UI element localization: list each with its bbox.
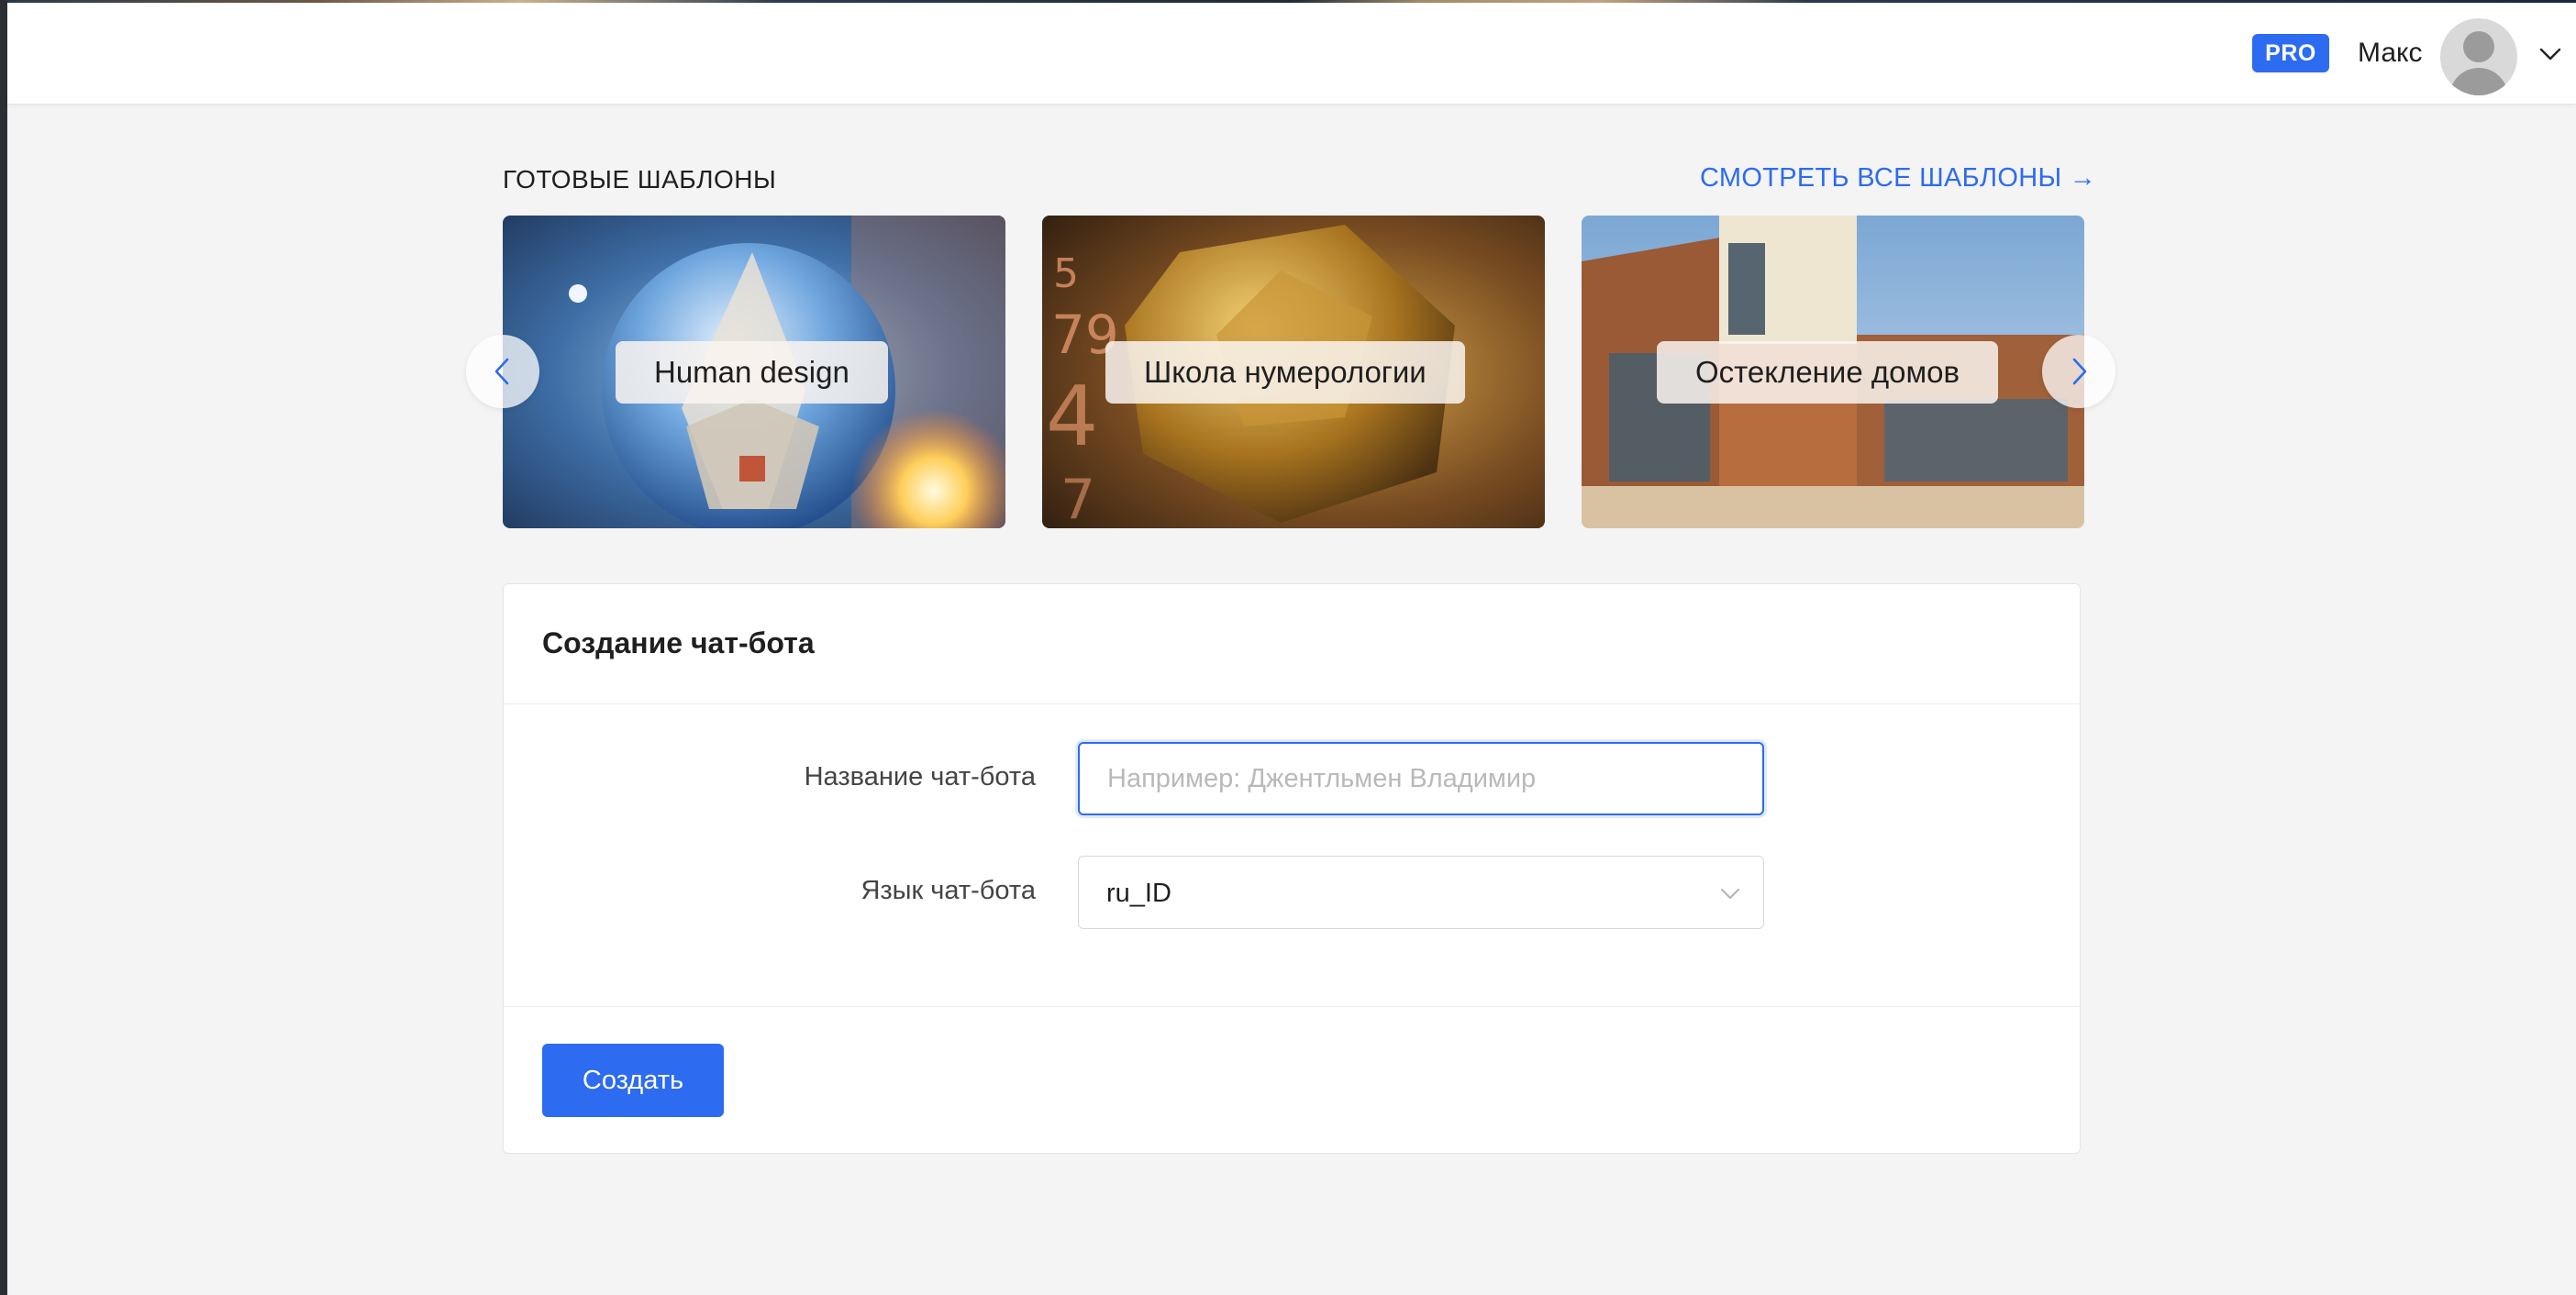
- svg-text:5: 5: [1053, 250, 1079, 297]
- avatar-body: [2449, 68, 2508, 95]
- chatbot-language-select[interactable]: ru_ID: [1078, 856, 1764, 929]
- chevron-down-icon: [1721, 889, 1739, 899]
- chatbot-name-input[interactable]: [1078, 742, 1764, 815]
- create-chatbot-form: Создание чат-бота Название чат-бота Язык…: [503, 583, 2081, 1154]
- avatar[interactable]: [2440, 18, 2517, 95]
- avatar-head: [2463, 31, 2494, 62]
- form-title: Создание чат-бота: [542, 626, 815, 659]
- template-card-numerology[interactable]: 5 79 4 7 Школа нумерологии: [1042, 216, 1545, 528]
- chevron-down-icon[interactable]: [2537, 41, 2563, 67]
- template-card-label: Школа нумерологии: [1105, 341, 1465, 404]
- template-card-glazing[interactable]: Остекление домов: [1582, 216, 2084, 528]
- svg-text:4: 4: [1046, 369, 1098, 465]
- window-left-edge: [0, 0, 7, 1295]
- svg-text:7: 7: [1060, 468, 1095, 528]
- chevron-right-icon: [2072, 358, 2087, 385]
- chatbot-language-label: Язык чат-бота: [861, 876, 1036, 905]
- templates-section-title: ГОТОВЫЕ ШАБЛОНЫ: [503, 165, 777, 194]
- top-header: PRO Макс: [7, 3, 2576, 105]
- chevron-left-icon: [494, 358, 509, 385]
- carousel-next-button[interactable]: [2042, 335, 2115, 408]
- pro-badge: PRO: [2252, 34, 2329, 72]
- chatbot-name-label: Название чат-бота: [804, 762, 1036, 791]
- selected-language: ru_ID: [1106, 879, 1171, 908]
- template-card-label: Human design: [616, 341, 888, 404]
- user-name[interactable]: Макс: [2358, 38, 2422, 69]
- template-card-label: Остекление домов: [1657, 341, 1999, 404]
- divider: [504, 703, 2080, 704]
- divider: [504, 1006, 2080, 1007]
- see-all-templates-link[interactable]: СМОТРЕТЬ ВСЕ ШАБЛОНЫ →: [1700, 163, 2096, 194]
- create-button[interactable]: Создать: [542, 1044, 724, 1117]
- template-card-human-design[interactable]: Human design: [503, 216, 1005, 528]
- carousel-prev-button[interactable]: [466, 335, 539, 408]
